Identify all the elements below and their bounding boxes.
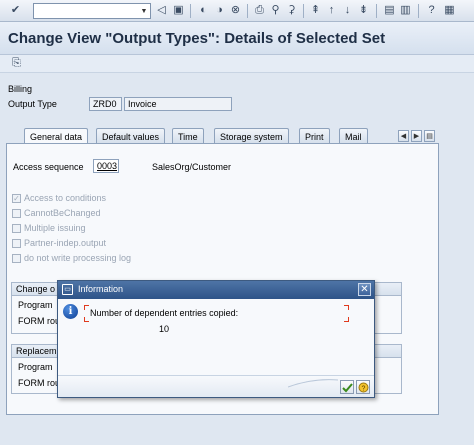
program-label: Program [18, 362, 53, 372]
section-label: Billing [8, 84, 33, 94]
focus-bracket-tl [84, 305, 89, 310]
checkbox-cannot-be-changed[interactable] [12, 209, 21, 218]
checkbox-label: do not write processing log [24, 253, 132, 263]
command-field[interactable]: ▼ [33, 3, 151, 19]
dialog-title: Information [78, 284, 124, 294]
form-routine-label: FORM rou [18, 316, 61, 326]
cancel-icon[interactable]: ⊗ [228, 3, 243, 18]
checkmark-icon [341, 382, 353, 392]
back-nav-icon[interactable]: ◐ [196, 3, 211, 18]
tab-list-icon[interactable]: ▤ [424, 130, 435, 142]
customize-layout-icon[interactable]: ▦ [442, 3, 457, 18]
toolbar-separator [376, 4, 377, 18]
program-label: Program [18, 300, 53, 310]
find-next-icon[interactable]: ⚳ [284, 3, 299, 18]
dialog-footer: ? [58, 375, 374, 397]
window-icon: ▭ [62, 284, 73, 295]
focus-bracket-tr [344, 305, 349, 310]
toolbar-separator [303, 4, 304, 18]
checkbox-label: Access to conditions [24, 193, 107, 203]
output-type-description: Invoice [124, 97, 232, 111]
display-change-icon[interactable]: ⎘ [9, 56, 24, 71]
help-icon[interactable]: ? [424, 3, 439, 18]
checkbox-access-to-conditions[interactable]: ✓ [12, 194, 21, 203]
save-icon[interactable]: ▣ [171, 3, 186, 18]
close-icon[interactable]: ✕ [358, 283, 371, 296]
output-type-label: Output Type [8, 99, 57, 109]
output-type-field[interactable]: ZRD0 [89, 97, 122, 111]
back-icon[interactable]: ◁ [154, 3, 169, 18]
help-icon: ? [358, 382, 368, 392]
new-session-icon[interactable]: ▤ [382, 3, 397, 18]
chevron-down-icon[interactable]: ▼ [138, 4, 150, 18]
help-button[interactable]: ? [356, 380, 370, 394]
last-page-icon[interactable]: ⇟ [356, 3, 371, 18]
checkbox-multiple-issuing[interactable] [12, 224, 21, 233]
tab-scroll-left-icon[interactable]: ◀ [398, 130, 409, 142]
checkbox-label: Partner-indep.output [24, 238, 107, 248]
exit-icon[interactable]: ◑ [212, 3, 227, 18]
checkbox-label: Multiple issuing [24, 223, 86, 233]
toolbar-separator [418, 4, 419, 18]
title-bar: Change View "Output Types": Details of S… [0, 22, 474, 55]
focus-bracket-br [344, 317, 349, 322]
page-title: Change View "Output Types": Details of S… [8, 30, 386, 47]
toolbar-separator [190, 4, 191, 18]
find-icon[interactable]: ⚲ [268, 3, 283, 18]
checkbox-no-processing-log[interactable] [12, 254, 21, 263]
dialog-title-bar: ▭ Information ✕ [58, 281, 374, 299]
information-dialog: ▭ Information ✕ i Number of dependent en… [57, 280, 375, 398]
first-page-icon[interactable]: ⇞ [308, 3, 323, 18]
shortcut-icon[interactable]: ▥ [398, 3, 413, 18]
print-icon[interactable]: ⎙ [252, 3, 267, 18]
previous-page-icon[interactable]: ↑ [324, 3, 339, 18]
access-sequence-field[interactable]: 0003 [93, 159, 119, 173]
form-routine-label: FORM rou [18, 378, 61, 388]
access-sequence-label: Access sequence [13, 162, 84, 172]
tab-scroll-right-icon[interactable]: ▶ [411, 130, 422, 142]
focus-bracket-bl [84, 317, 89, 322]
enter-icon[interactable]: ✔ [8, 3, 23, 18]
checkbox-label: CannotBeChanged [24, 208, 101, 218]
dependent-entries-count: 10 [159, 324, 170, 334]
continue-button[interactable] [340, 380, 354, 394]
dialog-message: Number of dependent entries copied: [90, 308, 239, 318]
checkbox-partner-indep-output[interactable] [12, 239, 21, 248]
info-icon: i [63, 304, 78, 319]
next-page-icon[interactable]: ↓ [340, 3, 355, 18]
svg-text:?: ? [361, 385, 365, 392]
system-toolbar: ✔ ▼ ◁ ▣ ◐ ◑ ⊗ ⎙ ⚲ ⚳ ⇞ ↑ ↓ ⇟ ▤ ▥ ? ▦ [0, 0, 474, 22]
footer-swoosh [288, 379, 338, 388]
toolbar-separator [247, 4, 248, 18]
application-toolbar: ⎘ [0, 55, 474, 73]
access-sequence-description: SalesOrg/Customer [152, 162, 232, 172]
